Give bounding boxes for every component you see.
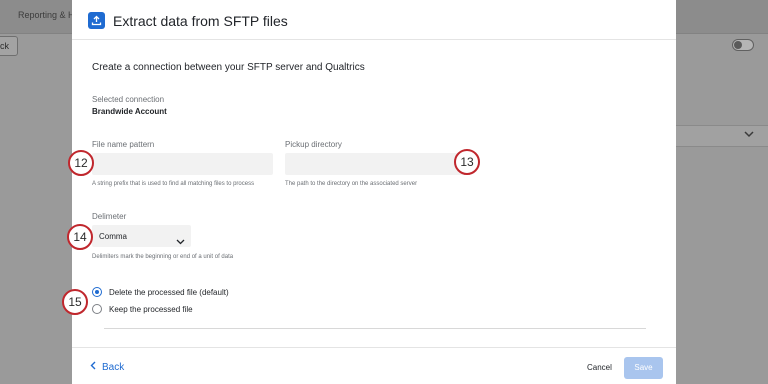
- radio-keep-processed-file[interactable]: [92, 304, 102, 314]
- section-divider: [104, 328, 646, 329]
- chevron-left-icon: [90, 361, 96, 373]
- selected-connection-label: Selected connection: [92, 95, 165, 104]
- delimeter-select[interactable]: Comma: [92, 225, 191, 247]
- callout-marker-14: 14: [67, 224, 93, 250]
- background-toggle: [732, 39, 754, 51]
- chevron-down-icon: [744, 130, 754, 141]
- pickup-directory-input[interactable]: [285, 153, 466, 175]
- background-dropdown-row: [676, 125, 768, 147]
- file-name-pattern-input[interactable]: [92, 153, 273, 175]
- background-tab-reporting: Reporting & Hi: [18, 10, 77, 20]
- lead-text: Create a connection between your SFTP se…: [92, 62, 365, 73]
- selected-connection-value: Brandwide Account: [92, 107, 167, 116]
- back-button-label: Back: [102, 362, 125, 373]
- save-button[interactable]: Save: [624, 357, 663, 379]
- modal-title: Extract data from SFTP files: [113, 13, 288, 29]
- background-back-button: ck: [0, 36, 18, 56]
- pickup-directory-help: The path to the directory on the associa…: [285, 181, 418, 187]
- file-name-pattern-help: A string prefix that is used to find all…: [92, 181, 255, 187]
- cancel-button[interactable]: Cancel: [587, 363, 612, 372]
- radio-delete-label: Delete the processed file (default): [109, 288, 229, 297]
- pickup-directory-label: Pickup directory: [285, 140, 342, 149]
- back-button[interactable]: Back: [90, 361, 124, 373]
- callout-marker-12: 12: [68, 150, 94, 176]
- modal-footer: Back Cancel Save: [72, 347, 676, 384]
- radio-keep-label: Keep the processed file: [109, 305, 193, 314]
- delimeter-label: Delimeter: [92, 212, 127, 221]
- extract-sftp-modal: Extract data from SFTP files Create a co…: [72, 0, 676, 384]
- radio-delete-processed-file[interactable]: [92, 287, 102, 297]
- chevron-down-icon: [176, 232, 185, 250]
- upload-icon: [88, 12, 105, 29]
- modal-header: Extract data from SFTP files: [72, 0, 676, 40]
- delimeter-selected-value: Comma: [99, 232, 128, 241]
- delimeter-help: Delimiters mark the beginning or end of …: [92, 254, 234, 260]
- callout-marker-15: 15: [62, 289, 88, 315]
- callout-marker-13: 13: [454, 149, 480, 175]
- file-name-pattern-label: File name pattern: [92, 140, 155, 149]
